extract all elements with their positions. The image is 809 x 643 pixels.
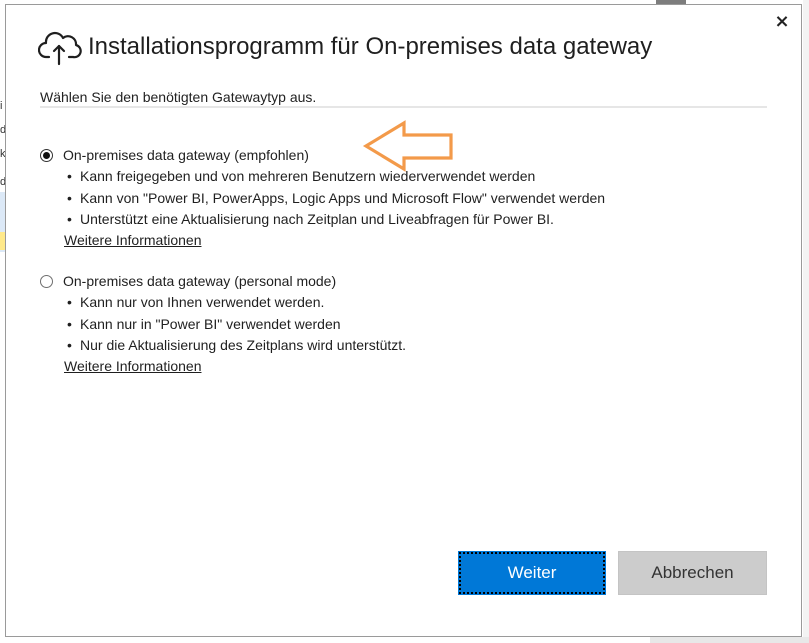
instruction-text: Wählen Sie den benötigten Gatewaytyp aus… (40, 89, 317, 105)
radio-button-standard[interactable] (40, 148, 53, 162)
bullet-glyph: • (67, 168, 72, 184)
bullet-glyph: • (67, 337, 72, 353)
next-button[interactable]: Weiter (458, 551, 606, 595)
list-item: • Unterstützt eine Aktualisierung nach Ze… (64, 209, 605, 231)
more-info-link-personal[interactable]: Weitere Informationen (64, 358, 406, 374)
list-item: • Kann freigegeben und von mehreren Benut… (64, 166, 605, 188)
background-window-bottom (650, 637, 809, 643)
list-item: • Kann von "Power BI, PowerApps, Logic Ap… (64, 188, 605, 210)
background-window-right (803, 0, 809, 643)
bullet-glyph: • (67, 315, 72, 332)
gateway-option-personal: On-premises data gateway (personal mode)… (40, 271, 406, 374)
list-item-text: Kann nur in "Power BI" verwendet werden (80, 315, 341, 332)
list-item: • Kann nur in "Power BI" verwendet werden (64, 314, 406, 336)
list-item-text: Nur die Aktualisierung des Zeitplans wir… (80, 337, 407, 353)
bullet-glyph: • (67, 211, 72, 227)
close-button[interactable]: × (771, 11, 793, 33)
cancel-button[interactable]: Abbrechen (618, 551, 767, 595)
radio-selected-dot (43, 151, 50, 159)
installer-dialog: × Installationsprogramm für On-premises … (5, 4, 802, 637)
annotation-arrow-icon (362, 120, 453, 172)
feature-list-standard: • Kann freigegeben und von mehreren Benut… (40, 166, 605, 231)
divider (40, 106, 767, 108)
feature-list-personal: • Kann nur von Ihnen verwendet werden. • K… (40, 292, 406, 357)
bullet-glyph: • (67, 294, 72, 310)
radio-label-personal[interactable]: On-premises data gateway (personal mode) (63, 273, 336, 289)
list-item-text: Kann nur von Ihnen verwendet werden. (80, 294, 325, 310)
radio-button-personal[interactable] (40, 274, 53, 288)
cloud-upload-icon (38, 31, 82, 66)
radio-personal-row[interactable]: On-premises data gateway (personal mode) (40, 271, 406, 291)
list-item-text: Kann freigegeben und von mehreren Benutz… (80, 168, 536, 184)
list-item: • Kann nur von Ihnen verwendet werden. (64, 292, 406, 314)
title-bar: Installationsprogramm für On-premises da… (38, 27, 652, 67)
gateway-option-standard: On-premises data gateway (empfohlen) • Ka… (40, 145, 605, 248)
more-info-link-standard[interactable]: Weitere Informationen (64, 232, 605, 248)
dialog-title: Installationsprogramm für On-premises da… (88, 33, 653, 60)
list-item-text: Unterstützt eine Aktualisierung nach Zei… (80, 211, 554, 227)
list-item: • Nur die Aktualisierung des Zeitplans wi… (64, 335, 406, 357)
radio-label-standard[interactable]: On-premises data gateway (empfohlen) (63, 147, 309, 163)
bullet-glyph: • (67, 189, 72, 206)
list-item-text: Kann von "Power BI, PowerApps, Logic App… (80, 189, 606, 206)
radio-standard-row[interactable]: On-premises data gateway (empfohlen) (40, 145, 605, 165)
